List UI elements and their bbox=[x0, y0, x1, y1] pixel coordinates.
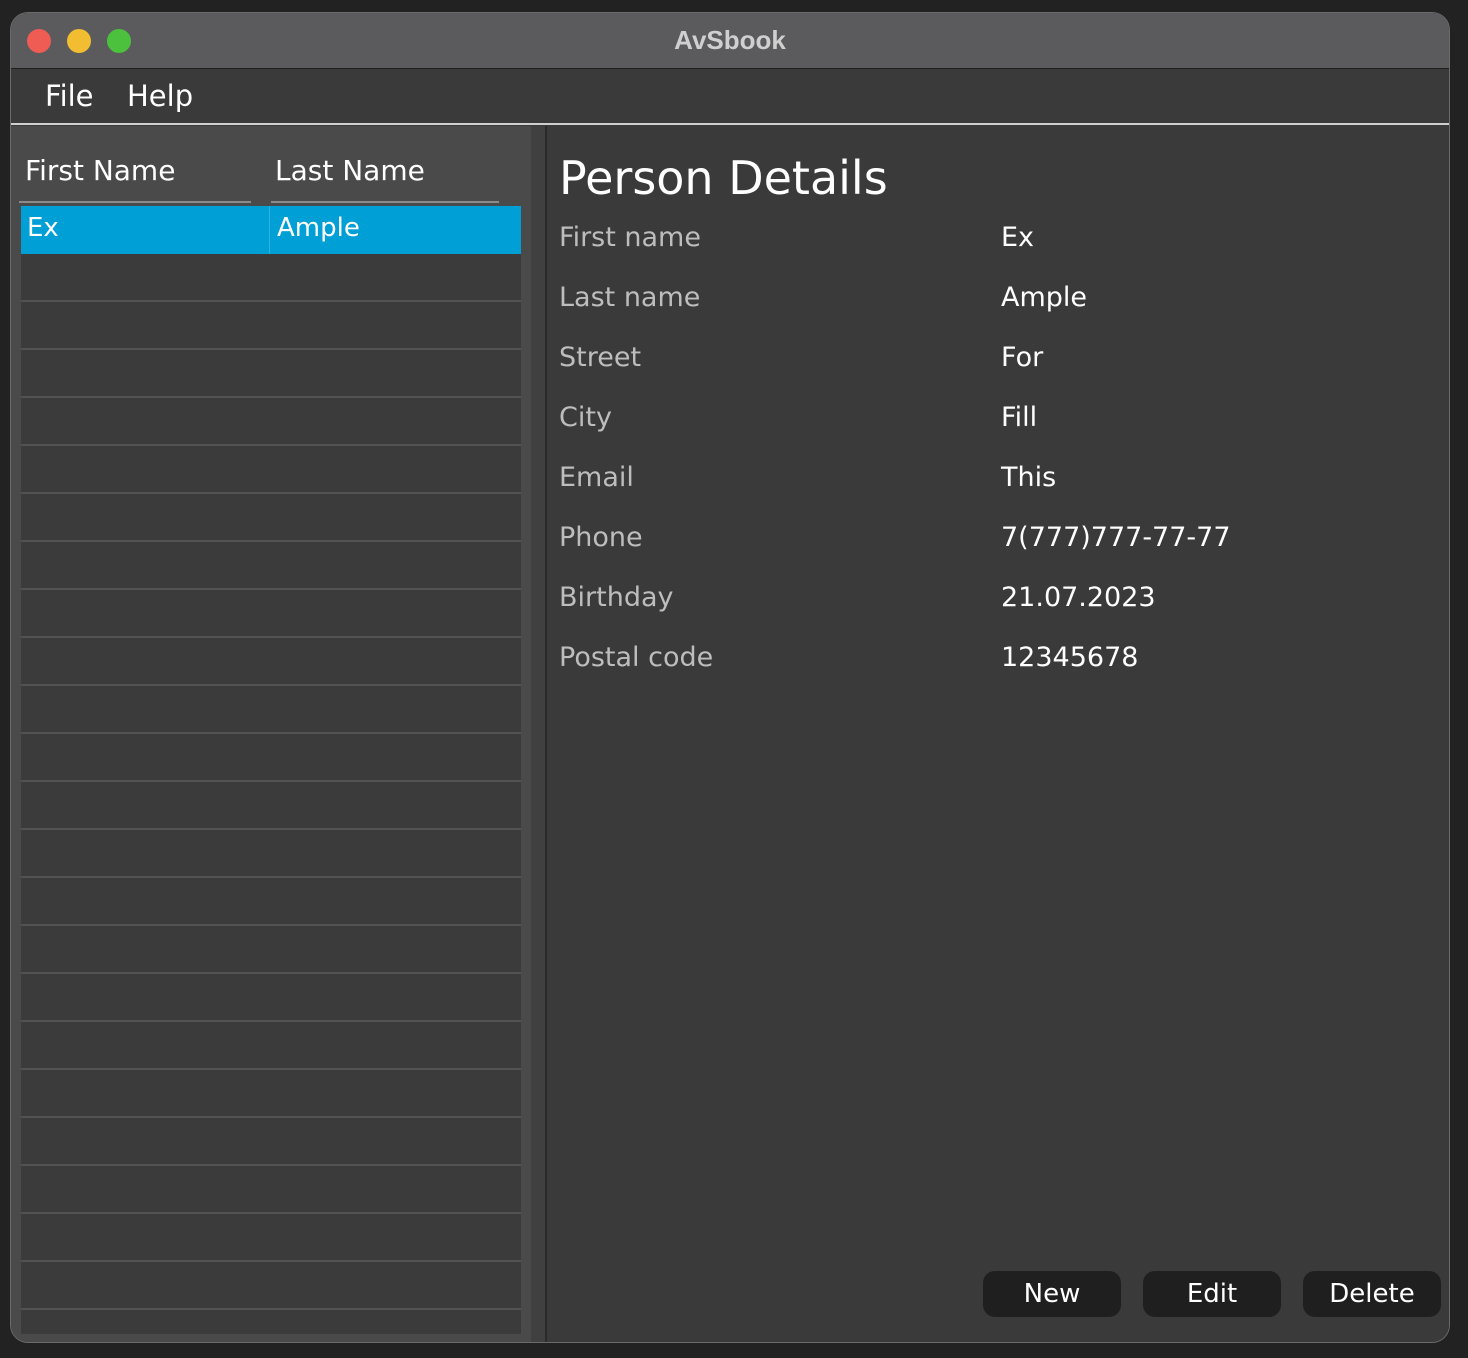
menu-bar: File Help bbox=[11, 69, 1449, 125]
label-first-name: First name bbox=[559, 222, 701, 253]
label-city: City bbox=[559, 402, 612, 433]
empty-table-row bbox=[21, 878, 521, 926]
person-table-pane: First Name Last Name Ex Ample bbox=[11, 126, 531, 1342]
label-birthday: Birthday bbox=[559, 582, 674, 613]
window-title: AvSbook bbox=[674, 25, 786, 55]
title-bar[interactable]: AvSbook bbox=[11, 13, 1449, 69]
empty-table-row bbox=[21, 302, 521, 350]
label-postal-code: Postal code bbox=[559, 642, 714, 673]
empty-table-row bbox=[21, 542, 521, 590]
empty-table-row bbox=[21, 494, 521, 542]
empty-table-row bbox=[21, 638, 521, 686]
empty-table-row bbox=[21, 398, 521, 446]
value-street: For bbox=[1001, 342, 1044, 373]
column-header-last-name[interactable]: Last Name bbox=[275, 154, 425, 188]
value-city: Fill bbox=[1001, 402, 1038, 433]
details-title: Person Details bbox=[559, 151, 888, 205]
empty-table-row bbox=[21, 830, 521, 878]
edit-button[interactable]: Edit bbox=[1143, 1271, 1281, 1317]
column-divider bbox=[269, 206, 270, 254]
label-phone: Phone bbox=[559, 522, 643, 553]
empty-table-row bbox=[21, 1070, 521, 1118]
empty-table-row bbox=[21, 1022, 521, 1070]
value-last-name: Ample bbox=[1001, 282, 1088, 313]
empty-table-row bbox=[21, 1118, 521, 1166]
value-postal-code: 12345678 bbox=[1001, 642, 1139, 673]
split-pane-divider[interactable] bbox=[531, 126, 547, 1342]
empty-table-row bbox=[21, 782, 521, 830]
table-header: First Name Last Name bbox=[11, 126, 531, 204]
value-birthday: 21.07.2023 bbox=[1001, 582, 1156, 613]
table-row[interactable]: Ex Ample bbox=[21, 206, 521, 254]
cell-last-name: Ample bbox=[277, 213, 360, 243]
empty-table-row bbox=[21, 350, 521, 398]
app-window: AvSbook File Help First Name Last Name E… bbox=[10, 12, 1450, 1343]
empty-table-row bbox=[21, 926, 521, 974]
empty-table-row bbox=[21, 686, 521, 734]
empty-table-row bbox=[21, 974, 521, 1022]
empty-table-row bbox=[21, 734, 521, 782]
label-last-name: Last name bbox=[559, 282, 701, 313]
label-email: Email bbox=[559, 462, 634, 493]
column-divider bbox=[271, 201, 499, 203]
menu-help[interactable]: Help bbox=[127, 79, 193, 113]
value-first-name: Ex bbox=[1001, 222, 1035, 253]
column-header-first-name[interactable]: First Name bbox=[25, 154, 175, 188]
empty-table-row bbox=[21, 1166, 521, 1214]
cell-first-name: Ex bbox=[27, 213, 59, 243]
empty-table-row bbox=[21, 1310, 521, 1334]
person-details-pane: Person Details First name Ex Last name A… bbox=[549, 126, 1449, 1342]
empty-table-row bbox=[21, 590, 521, 638]
new-button[interactable]: New bbox=[983, 1271, 1121, 1317]
value-email: This bbox=[1001, 462, 1057, 493]
empty-table-row bbox=[21, 254, 521, 302]
value-phone: 7(777)777-77-77 bbox=[1001, 522, 1231, 553]
empty-table-row bbox=[21, 1262, 521, 1310]
menu-file[interactable]: File bbox=[45, 79, 94, 113]
label-street: Street bbox=[559, 342, 642, 373]
empty-table-row bbox=[21, 1214, 521, 1262]
column-divider bbox=[19, 201, 251, 203]
empty-table-row bbox=[21, 446, 521, 494]
person-table[interactable]: Ex Ample bbox=[21, 206, 521, 1334]
delete-button[interactable]: Delete bbox=[1303, 1271, 1441, 1317]
